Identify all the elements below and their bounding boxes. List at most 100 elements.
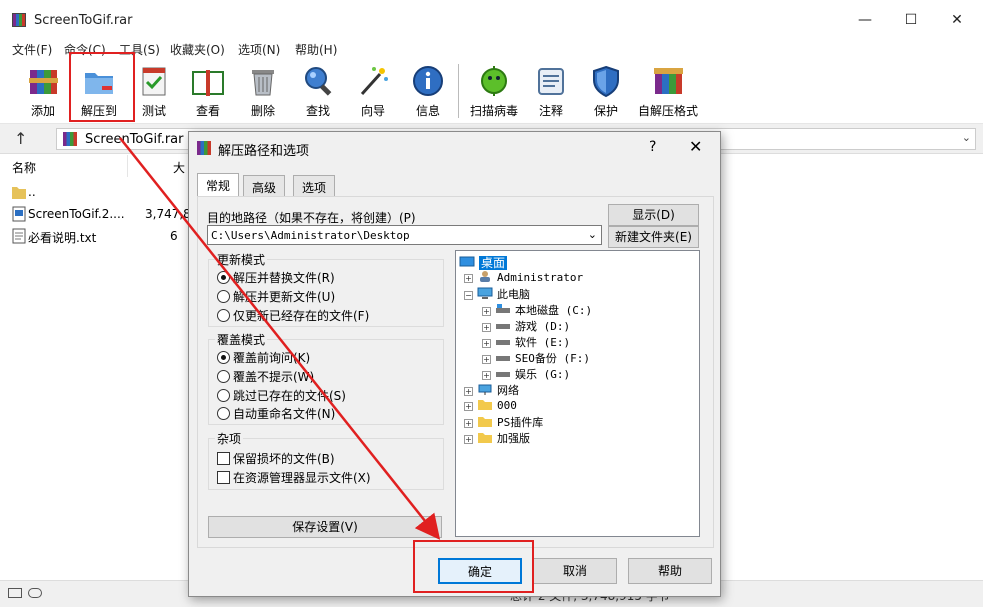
tree-item-drive-f[interactable]: + SEO备份 (F:)	[482, 350, 590, 366]
maximize-button[interactable]: ☐	[888, 8, 934, 32]
drive-icon	[496, 324, 510, 329]
tree-item-this-pc[interactable]: − 此电脑	[464, 286, 530, 302]
radio-selected-icon[interactable]	[217, 271, 230, 284]
text-file-icon	[12, 228, 26, 244]
tree-item-network[interactable]: + 网络	[464, 382, 519, 398]
up-folder-icon[interactable]: ↑	[14, 129, 27, 148]
tree-item-drive-d[interactable]: + 游戏 (D:)	[482, 318, 570, 334]
radio-icon[interactable]	[217, 309, 230, 322]
test-button[interactable]: 测试	[132, 60, 176, 120]
cancel-button[interactable]: 取消	[533, 558, 617, 584]
dialog-help-button[interactable]: ?	[649, 139, 656, 155]
chevron-down-icon[interactable]: ⌄	[588, 228, 597, 241]
overwrite-option-skip[interactable]: 跳过已存在的文件(S)	[217, 387, 346, 404]
tree-item-folder-000[interactable]: +000	[464, 398, 517, 412]
file-name: ..	[28, 185, 36, 199]
expand-icon[interactable]: +	[464, 274, 473, 283]
find-button[interactable]: 查找	[295, 60, 341, 120]
column-name[interactable]: 名称	[0, 155, 128, 177]
expand-icon[interactable]: +	[482, 355, 491, 364]
option-label: 解压并替换文件(R)	[233, 271, 335, 285]
checkbox-icon[interactable]	[217, 471, 230, 484]
system-drive-icon	[496, 304, 510, 313]
expand-icon[interactable]: +	[482, 371, 491, 380]
show-in-explorer-option[interactable]: 在资源管理器显示文件(X)	[217, 469, 371, 486]
wizard-button[interactable]: 向导	[350, 60, 396, 120]
overwrite-option-rename[interactable]: 自动重命名文件(N)	[217, 405, 335, 422]
find-icon	[305, 67, 332, 96]
tree-item-label: SEO备份 (F:)	[515, 352, 590, 365]
menu-help[interactable]: 帮助(H)	[295, 41, 337, 58]
list-item[interactable]: 必看说明.txt 6	[0, 225, 200, 247]
tree-item-ps-plugins[interactable]: + PS插件库	[464, 414, 543, 430]
collapse-icon[interactable]: −	[464, 291, 473, 300]
tab-general[interactable]: 常规	[197, 173, 240, 198]
expand-icon[interactable]: +	[482, 307, 491, 316]
option-label: 跳过已存在的文件(S)	[233, 389, 346, 403]
keep-broken-files-option[interactable]: 保留损坏的文件(B)	[217, 450, 335, 467]
protect-button[interactable]: 保护	[583, 60, 629, 120]
menu-file[interactable]: 文件(F)	[12, 41, 52, 58]
expand-icon[interactable]: +	[464, 402, 473, 411]
comment-button[interactable]: 注释	[528, 60, 574, 120]
list-item[interactable]: ..	[0, 181, 200, 203]
tab-advanced[interactable]: 高级	[243, 175, 286, 197]
tree-item-desktop[interactable]: 桌面	[459, 254, 508, 271]
update-option-replace[interactable]: 解压并替换文件(R)	[217, 269, 335, 286]
overwrite-option-silent[interactable]: 覆盖不提示(W)	[217, 368, 314, 385]
expand-icon[interactable]: +	[482, 323, 491, 332]
radio-selected-icon[interactable]	[217, 351, 230, 364]
list-item[interactable]: ScreenToGif.2.... 3,747,8	[0, 203, 200, 225]
info-button[interactable]: 信息	[405, 60, 451, 120]
dest-path-combo[interactable]: C:\Users\Administrator\Desktop ⌄	[207, 225, 602, 245]
tree-item-drive-e[interactable]: + 软件 (E:)	[482, 334, 570, 350]
annotation-box-extract-to	[69, 52, 135, 122]
menu-favorites[interactable]: 收藏夹(O)	[170, 41, 225, 58]
expand-icon[interactable]: +	[464, 387, 473, 396]
new-folder-button[interactable]: 新建文件夹(E)	[608, 226, 699, 248]
expand-icon[interactable]: +	[482, 339, 491, 348]
sfx-button[interactable]: 自解压格式	[636, 60, 700, 120]
folder-icon	[478, 433, 492, 443]
tree-item-administrator[interactable]: + Administrator	[464, 270, 583, 284]
archive-path-text: ScreenToGif.rar -	[85, 132, 193, 147]
expand-icon[interactable]: +	[464, 435, 473, 444]
tree-item-drive-g[interactable]: + 娱乐 (G:)	[482, 366, 570, 382]
tree-item-enhanced[interactable]: + 加强版	[464, 430, 530, 446]
checkbox-icon[interactable]	[217, 452, 230, 465]
show-button[interactable]: 显示(D)	[608, 204, 699, 226]
radio-icon[interactable]	[217, 407, 230, 420]
update-option-existing-only[interactable]: 仅更新已经存在的文件(F)	[217, 307, 369, 324]
folder-tree[interactable]: 桌面 + Administrator − 此电脑 + 本地磁盘 (C:) + 游戏 (D…	[455, 250, 700, 537]
overwrite-option-ask[interactable]: 覆盖前询问(K)	[217, 349, 310, 366]
radio-icon[interactable]	[217, 389, 230, 402]
view-label: 查看	[195, 104, 220, 118]
misc-group: 杂项 保留损坏的文件(B) 在资源管理器显示文件(X)	[208, 430, 444, 490]
radio-icon[interactable]	[217, 370, 230, 383]
chevron-down-icon[interactable]: ⌄	[962, 131, 971, 144]
dialog-close-button[interactable]: ✕	[689, 137, 702, 156]
extract-options-dialog: 解压路径和选项 ? ✕ 常规 高级 选项 目的地路径（如果不存在，将创建）(P)…	[188, 131, 721, 597]
delete-button[interactable]: 删除	[240, 60, 286, 120]
find-label: 查找	[305, 104, 330, 118]
toolbar: 添加 解压到 测试 查看 删除 查找 向导 信息 扫描病毒 注释 保护 自解压格…	[0, 58, 983, 124]
add-label: 添加	[30, 104, 55, 118]
virus-scan-button[interactable]: 扫描病毒	[466, 60, 522, 120]
test-icon	[142, 67, 166, 96]
menu-options[interactable]: 选项(N)	[238, 41, 280, 58]
save-settings-button[interactable]: 保存设置(V)	[208, 516, 442, 538]
update-option-update[interactable]: 解压并更新文件(U)	[217, 288, 335, 305]
add-button[interactable]: 添加	[20, 60, 66, 120]
option-label: 保留损坏的文件(B)	[233, 452, 335, 466]
tab-options[interactable]: 选项	[293, 175, 336, 197]
drive-status-icon	[8, 588, 22, 598]
file-size: 3,747,8	[145, 207, 191, 221]
minimize-button[interactable]: —	[842, 8, 888, 32]
tree-item-drive-c[interactable]: + 本地磁盘 (C:)	[482, 302, 592, 318]
expand-icon[interactable]: +	[464, 419, 473, 428]
help-button[interactable]: 帮助	[628, 558, 712, 584]
close-button[interactable]: ✕	[934, 8, 980, 32]
radio-icon[interactable]	[217, 290, 230, 303]
view-button[interactable]: 查看	[184, 60, 232, 120]
update-mode-title: 更新模式	[215, 251, 268, 268]
